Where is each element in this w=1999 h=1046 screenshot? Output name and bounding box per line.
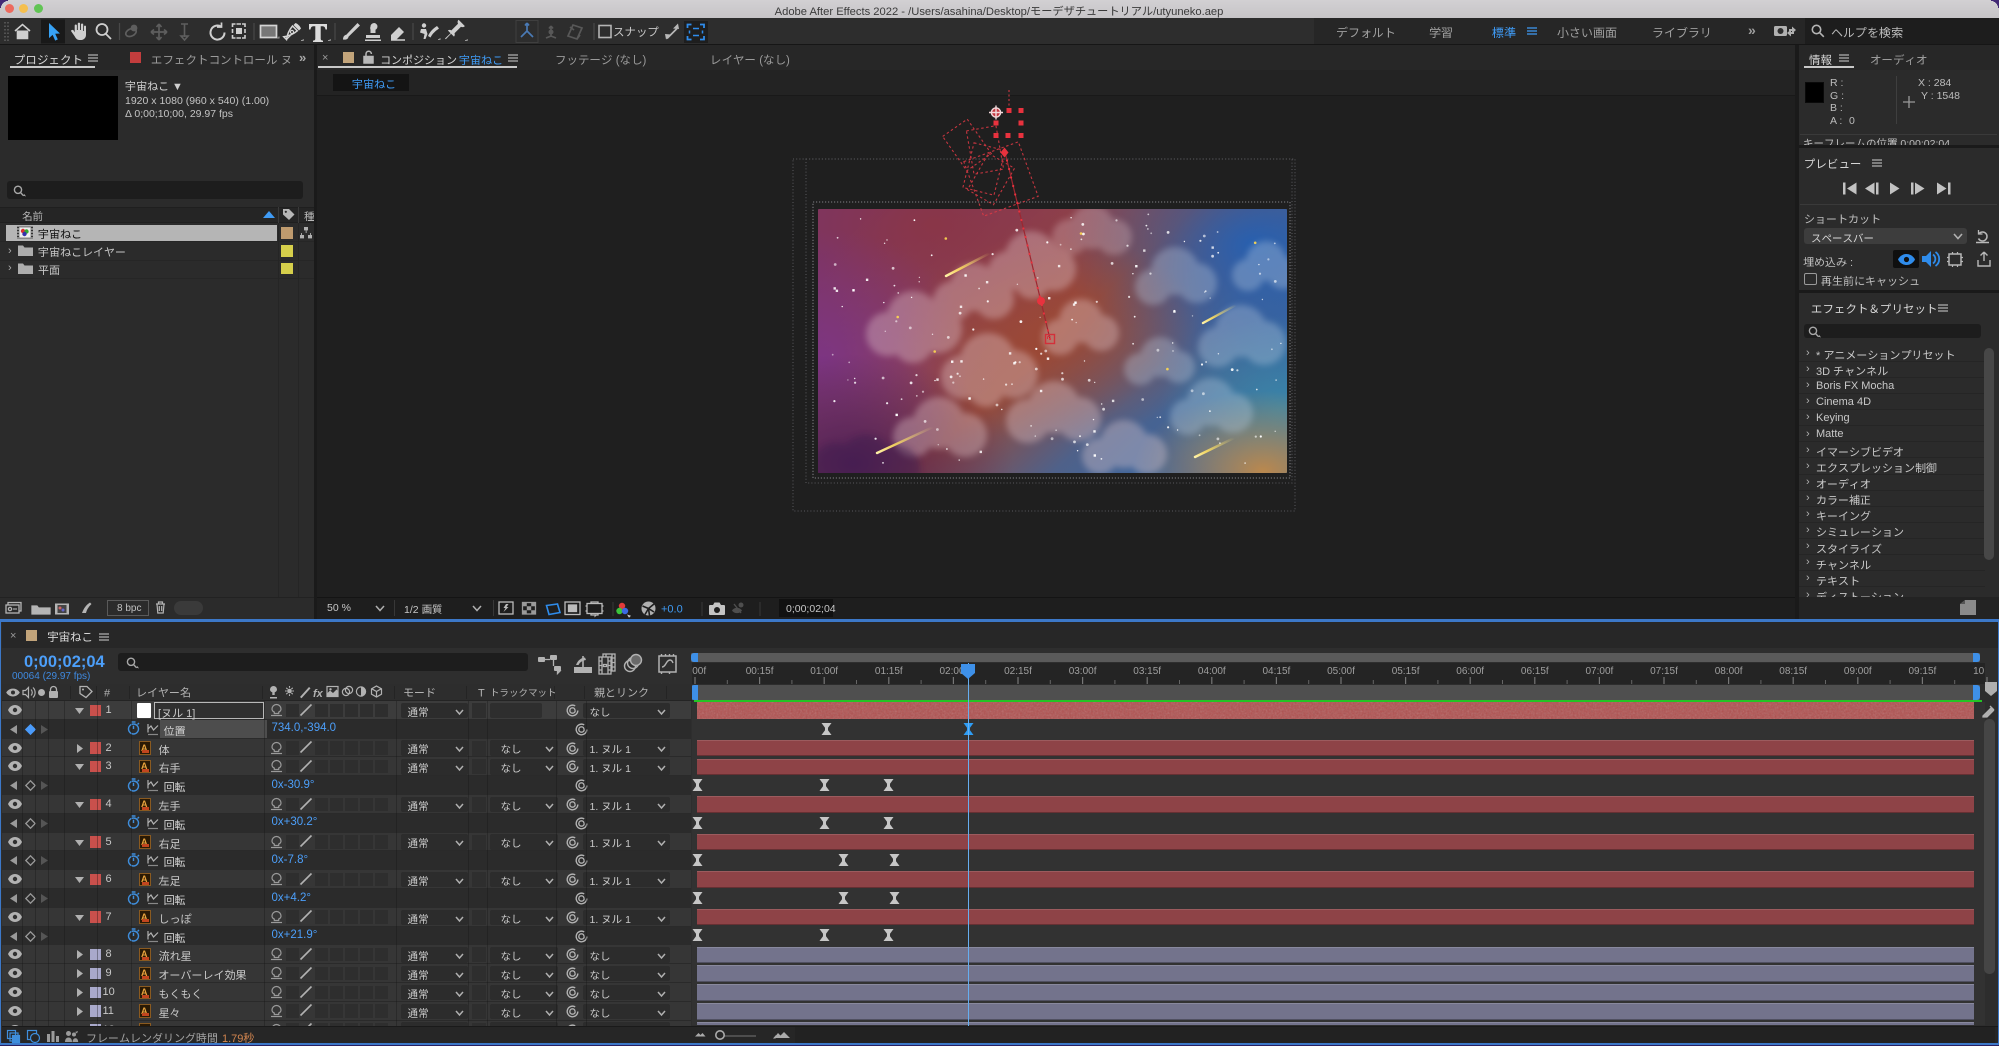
svg-text:親とリンク: 親とリンク: [594, 685, 649, 701]
svg-text:#: #: [104, 688, 111, 700]
svg-text:T: T: [478, 688, 485, 700]
svg-text:fx: fx: [313, 688, 324, 700]
svg-text:モード: モード: [403, 685, 436, 701]
svg-text:トラックマット: トラックマット: [490, 685, 557, 699]
svg-text:スナップ: スナップ: [613, 24, 659, 40]
svg-text:+0.0: +0.0: [661, 603, 683, 615]
svg-text:レイヤー名: レイヤー名: [136, 685, 191, 701]
